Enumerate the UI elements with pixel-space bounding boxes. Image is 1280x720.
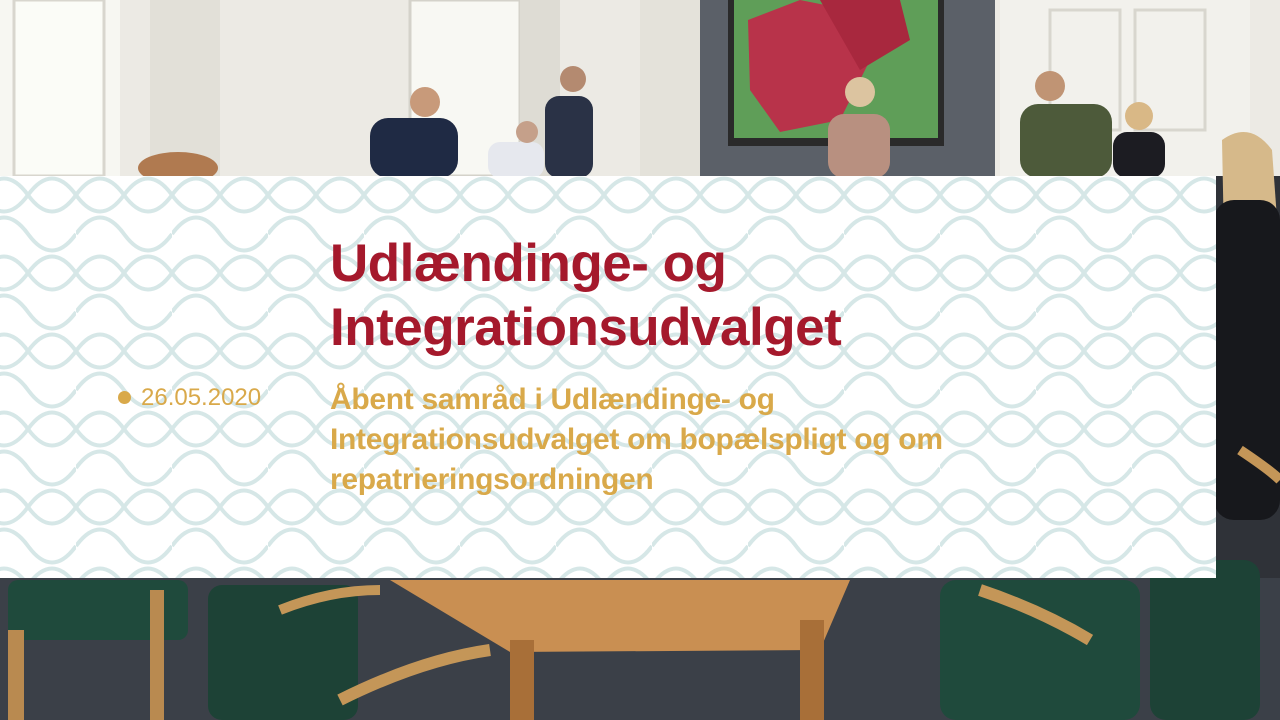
committee-title: Udlændinge- og Integrationsudvalget — [330, 232, 1190, 360]
meeting-description-line1: Åbent samråd i Udlændinge- og — [330, 383, 775, 416]
committee-title-line1: Udlændinge- og — [330, 234, 727, 293]
meeting-description: Åbent samråd i Udlændinge- og Integratio… — [330, 380, 1130, 500]
meeting-description-line3: repatrieringsordningen — [330, 463, 654, 496]
meeting-description-line2: Integrationsudvalget om bopælspligt og o… — [330, 423, 943, 456]
meeting-date: 26.05.2020 — [141, 384, 262, 411]
date-bullet-icon — [118, 391, 131, 404]
committee-title-line2: Integrationsudvalget — [330, 298, 842, 357]
